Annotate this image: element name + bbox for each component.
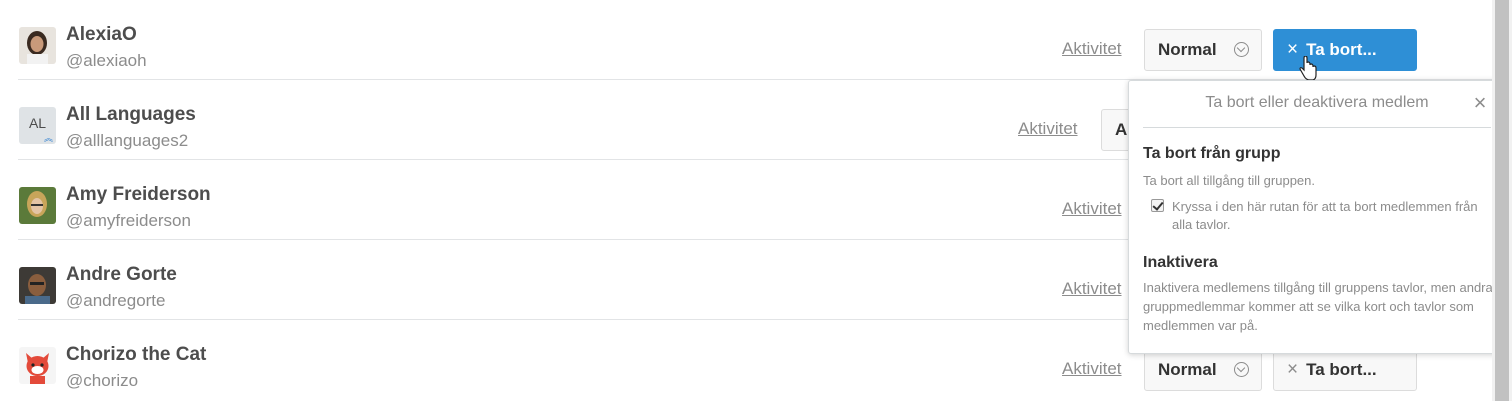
close-icon[interactable]: × <box>1471 92 1489 114</box>
remove-from-group-heading[interactable]: Ta bort från grupp <box>1143 145 1280 163</box>
member-handle: @andregorte <box>66 291 166 310</box>
hand-pointer-icon <box>1299 56 1317 81</box>
close-icon: × <box>1287 359 1299 380</box>
scrollbar-thumb[interactable] <box>1495 0 1509 401</box>
permission-select[interactable]: Normal <box>1144 349 1262 391</box>
permission-select[interactable]: Normal <box>1144 29 1262 71</box>
avatar-photo-alexia <box>19 27 56 64</box>
permission-value: Normal <box>1158 360 1217 379</box>
avatar-initials: AL <box>28 115 47 131</box>
member-handle: @chorizo <box>66 371 139 390</box>
member-name: Chorizo the Cat <box>66 344 207 365</box>
member-name: Amy Freiderson <box>66 184 211 205</box>
deactivate-desc: Inaktivera medlemens tillgång till grupp… <box>1143 280 1493 333</box>
avatar[interactable] <box>19 27 56 64</box>
avatar-photo-amy <box>19 187 56 224</box>
close-icon: × <box>1287 39 1299 60</box>
avatar-photo-andre <box>19 267 56 304</box>
member-name: Andre Gorte <box>66 264 177 285</box>
avatar[interactable] <box>19 347 56 384</box>
activity-link[interactable]: Aktivitet <box>1062 199 1122 219</box>
activity-link[interactable]: Aktivitet <box>1062 39 1122 59</box>
remove-from-boards-checkbox[interactable] <box>1151 199 1164 212</box>
member-row: AlexiaO @alexiaoh Aktivitet Normal × Ta b… <box>0 0 1492 80</box>
activity-link[interactable]: Aktivitet <box>1062 279 1122 299</box>
remove-from-boards-label[interactable]: Kryssa i den här rutan för att ta bort m… <box>1172 198 1498 234</box>
remove-label: Ta bort... <box>1306 360 1377 379</box>
avatar-photo-chorizo <box>19 347 56 384</box>
deactivate-heading[interactable]: Inaktivera <box>1143 254 1218 272</box>
permission-value: A <box>1115 120 1128 139</box>
admin-chevron-icon: ︽ <box>43 133 53 143</box>
permission-value: Normal <box>1158 40 1217 59</box>
remove-button[interactable]: × Ta bort... <box>1273 29 1417 71</box>
chevron-down-circle-icon <box>1234 362 1249 377</box>
chevron-down-circle-icon <box>1234 42 1249 57</box>
remove-from-group-desc: Ta bort all tillgång till gruppen. <box>1143 173 1315 188</box>
remove-button[interactable]: × Ta bort... <box>1273 349 1417 391</box>
avatar[interactable]: AL ︽ <box>19 107 56 144</box>
popover-title: Ta bort eller deaktivera medlem <box>1205 94 1429 111</box>
member-name: All Languages <box>66 104 196 125</box>
scrollbar[interactable] <box>1492 0 1512 401</box>
remove-member-popover: Ta bort eller deaktivera medlem × Ta bor… <box>1128 80 1506 354</box>
avatar[interactable] <box>19 187 56 224</box>
member-handle: @alexiaoh <box>66 51 147 70</box>
member-handle: @amyfreiderson <box>66 211 191 230</box>
divider <box>1143 127 1491 128</box>
avatar[interactable] <box>19 267 56 304</box>
activity-link[interactable]: Aktivitet <box>1018 119 1078 139</box>
member-handle: @alllanguages2 <box>66 131 189 150</box>
activity-link[interactable]: Aktivitet <box>1062 359 1122 379</box>
member-name: AlexiaO <box>66 24 137 45</box>
